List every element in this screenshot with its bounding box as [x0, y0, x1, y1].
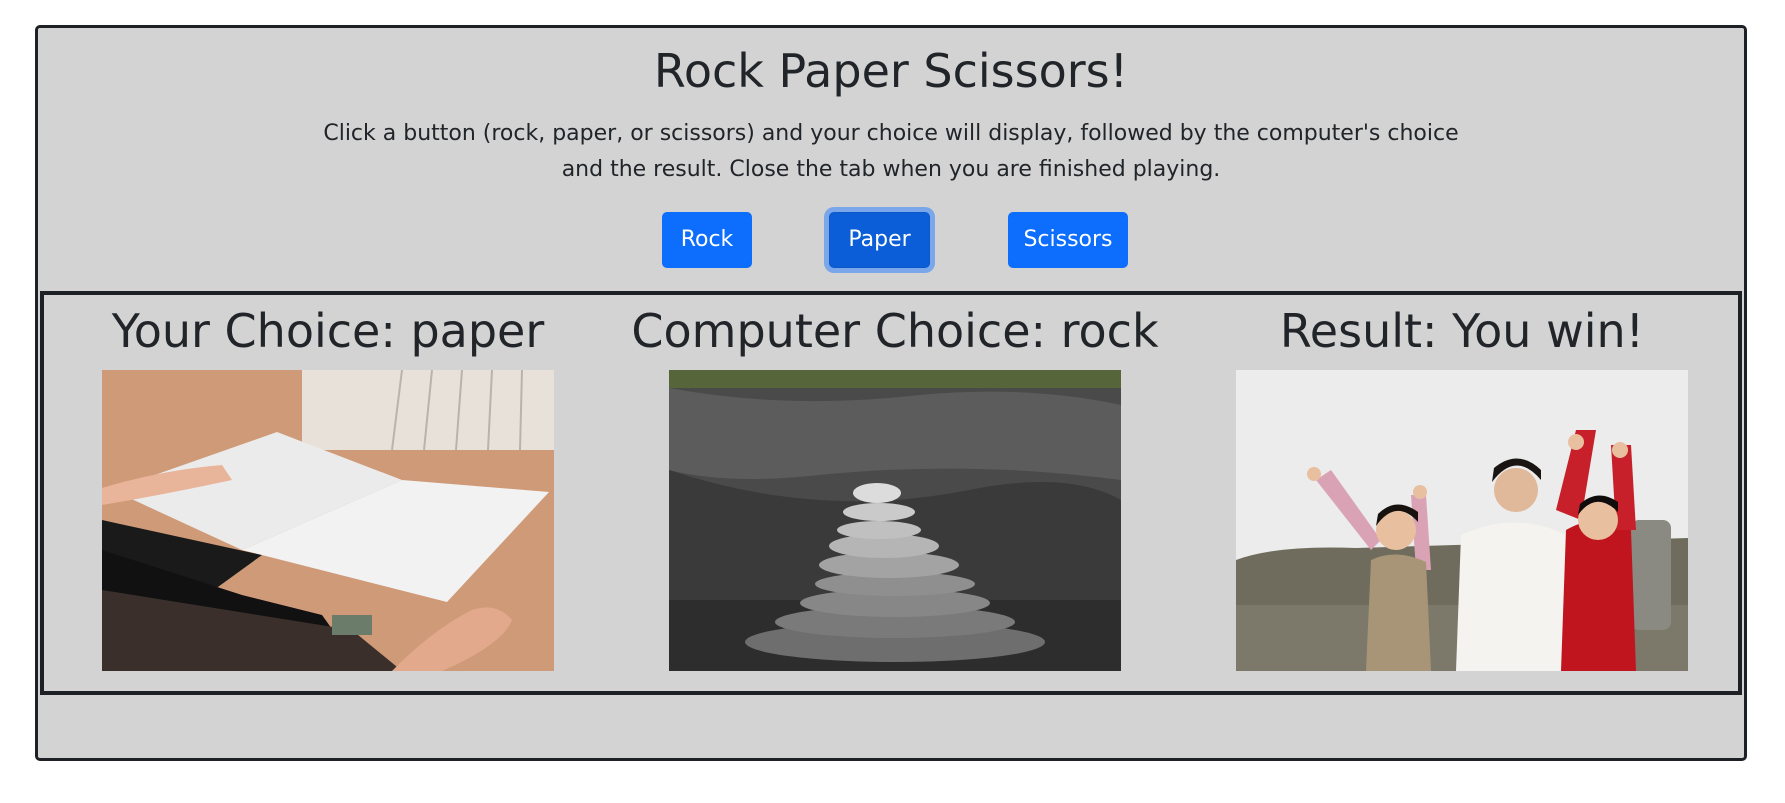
- page-title: Rock Paper Scissors!: [653, 44, 1129, 98]
- game-header: Rock Paper Scissors! Click a button (roc…: [38, 28, 1744, 290]
- paper-image: [102, 370, 554, 671]
- scissors-button[interactable]: Scissors: [1008, 212, 1128, 268]
- celebration-image: [1236, 370, 1688, 671]
- instructions-text: Click a button (rock, paper, or scissors…: [323, 121, 1459, 182]
- rock-image: [669, 370, 1121, 671]
- computer-choice-heading: Computer Choice: rock: [631, 304, 1159, 358]
- result-heading: Result: You win!: [1279, 304, 1645, 358]
- your-choice-heading: Your Choice: paper: [111, 304, 545, 358]
- paper-button[interactable]: Paper: [829, 212, 930, 268]
- rock-button[interactable]: Rock: [662, 212, 752, 268]
- game-panel: Rock Paper Scissors! Click a button (roc…: [35, 25, 1747, 761]
- results-panel: Your Choice: paper Computer Choice: rock…: [40, 291, 1742, 695]
